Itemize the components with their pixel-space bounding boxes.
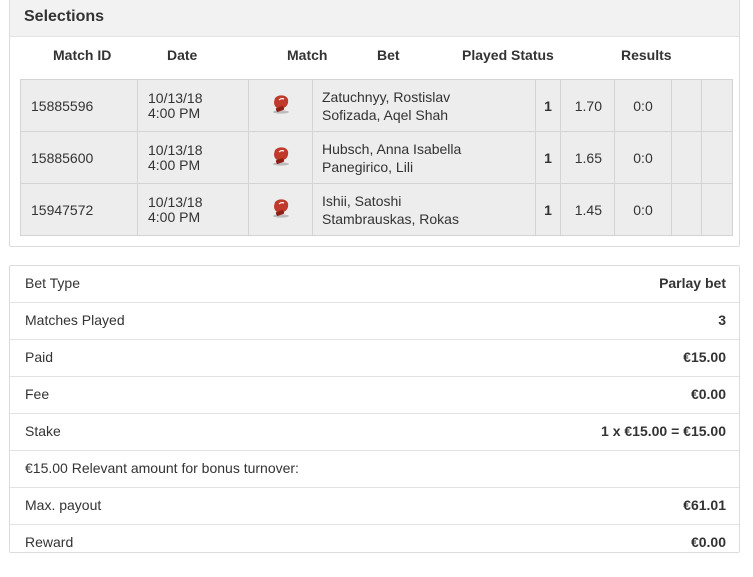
summary-row-paid: Paid €15.00 <box>10 340 739 377</box>
time-value: 4:00 PM <box>148 208 201 225</box>
selections-panel: Selections Match ID Date Match Bet Playe… <box>9 0 740 247</box>
selections-header: Selections <box>10 0 739 37</box>
column-headers: Match ID Date Match Bet Played Status Re… <box>10 37 739 77</box>
summary-value: Parlay bet <box>659 275 726 291</box>
bet-summary-panel: Bet Type Parlay bet Matches Played 3 Pai… <box>9 265 740 553</box>
summary-value: €0.00 <box>690 386 726 402</box>
header-results: Results <box>621 47 672 63</box>
match-players: Ishii, Satoshi Stambrauskas, Rokas <box>312 183 536 236</box>
header-date: Date <box>167 47 198 63</box>
header-match: Match <box>287 47 328 63</box>
boxing-glove-icon <box>270 145 292 170</box>
selections-title: Selections <box>24 8 105 25</box>
summary-row-matches-played: Matches Played 3 <box>10 303 739 340</box>
date-value: 10/13/18 <box>148 193 203 210</box>
summary-row-max-payout: Max. payout €61.01 <box>10 488 739 525</box>
header-played-status: Played Status <box>462 47 554 63</box>
summary-value: €61.01 <box>683 497 726 513</box>
empty-cell <box>701 131 733 184</box>
time-value: 4:00 PM <box>148 156 201 173</box>
summary-value: €0.00 <box>690 534 726 550</box>
summary-label: €15.00 Relevant amount for bonus turnove… <box>25 460 299 476</box>
result-value: 0:0 <box>614 183 672 236</box>
summary-value: 3 <box>718 312 726 328</box>
empty-cell <box>701 79 733 132</box>
result-value: 0:0 <box>614 131 672 184</box>
match-date: 10/13/18 4:00 PM <box>137 79 249 132</box>
player-away: Sofizada, Aqel Shah <box>322 106 449 123</box>
player-home: Zatuchnyy, Rostislav <box>322 88 451 105</box>
summary-label: Matches Played <box>25 312 125 328</box>
summary-label: Paid <box>25 349 54 365</box>
summary-label: Bet Type <box>25 275 81 291</box>
player-away: Stambrauskas, Rokas <box>322 210 459 227</box>
summary-row-stake: Stake 1 x €15.00 = €15.00 <box>10 414 739 451</box>
empty-cell <box>671 131 702 184</box>
match-date: 10/13/18 4:00 PM <box>137 131 249 184</box>
time-value: 4:00 PM <box>148 104 201 121</box>
bet-pick: 1 <box>535 79 561 132</box>
bet-pick: 1 <box>535 183 561 236</box>
summary-row-bonus-turnover: €15.00 Relevant amount for bonus turnove… <box>10 451 739 488</box>
summary-label: Max. payout <box>25 497 102 513</box>
summary-value: 1 x €15.00 = €15.00 <box>601 423 726 439</box>
empty-cell <box>701 183 733 236</box>
empty-cell <box>671 79 702 132</box>
summary-label: Reward <box>25 534 74 550</box>
sport-cell <box>248 79 313 132</box>
summary-row-bet-type: Bet Type Parlay bet <box>10 266 739 303</box>
summary-label: Fee <box>25 386 50 402</box>
table-row: 15947572 10/13/18 4:00 PM Ishii, Satoshi… <box>20 183 733 236</box>
date-value: 10/13/18 <box>148 89 203 106</box>
odds-value: 1.70 <box>560 79 615 132</box>
boxing-glove-icon <box>270 197 292 222</box>
header-match-id: Match ID <box>53 47 112 63</box>
summary-label: Stake <box>25 423 61 439</box>
table-row: 15885600 10/13/18 4:00 PM Hubsch, Anna I… <box>20 131 733 184</box>
header-bet: Bet <box>377 47 400 63</box>
boxing-glove-icon <box>270 93 292 118</box>
empty-cell <box>671 183 702 236</box>
player-away: Panegirico, Lili <box>322 158 414 175</box>
sport-cell <box>248 131 313 184</box>
selections-table: 15885596 10/13/18 4:00 PM Zatuchnyy, Ros… <box>20 79 733 236</box>
player-home: Hubsch, Anna Isabella <box>322 140 462 157</box>
summary-row-fee: Fee €0.00 <box>10 377 739 414</box>
result-value: 0:0 <box>614 79 672 132</box>
bet-pick: 1 <box>535 131 561 184</box>
summary-value: €15.00 <box>683 349 726 365</box>
table-row: 15885596 10/13/18 4:00 PM Zatuchnyy, Ros… <box>20 79 733 132</box>
match-players: Zatuchnyy, Rostislav Sofizada, Aqel Shah <box>312 79 536 132</box>
match-id: 15885596 <box>20 79 138 132</box>
sport-cell <box>248 183 313 236</box>
match-id: 15885600 <box>20 131 138 184</box>
match-date: 10/13/18 4:00 PM <box>137 183 249 236</box>
match-id: 15947572 <box>20 183 138 236</box>
odds-value: 1.65 <box>560 131 615 184</box>
player-home: Ishii, Satoshi <box>322 192 402 209</box>
date-value: 10/13/18 <box>148 141 203 158</box>
summary-row-reward: Reward €0.00 <box>10 525 739 561</box>
odds-value: 1.45 <box>560 183 615 236</box>
match-players: Hubsch, Anna Isabella Panegirico, Lili <box>312 131 536 184</box>
